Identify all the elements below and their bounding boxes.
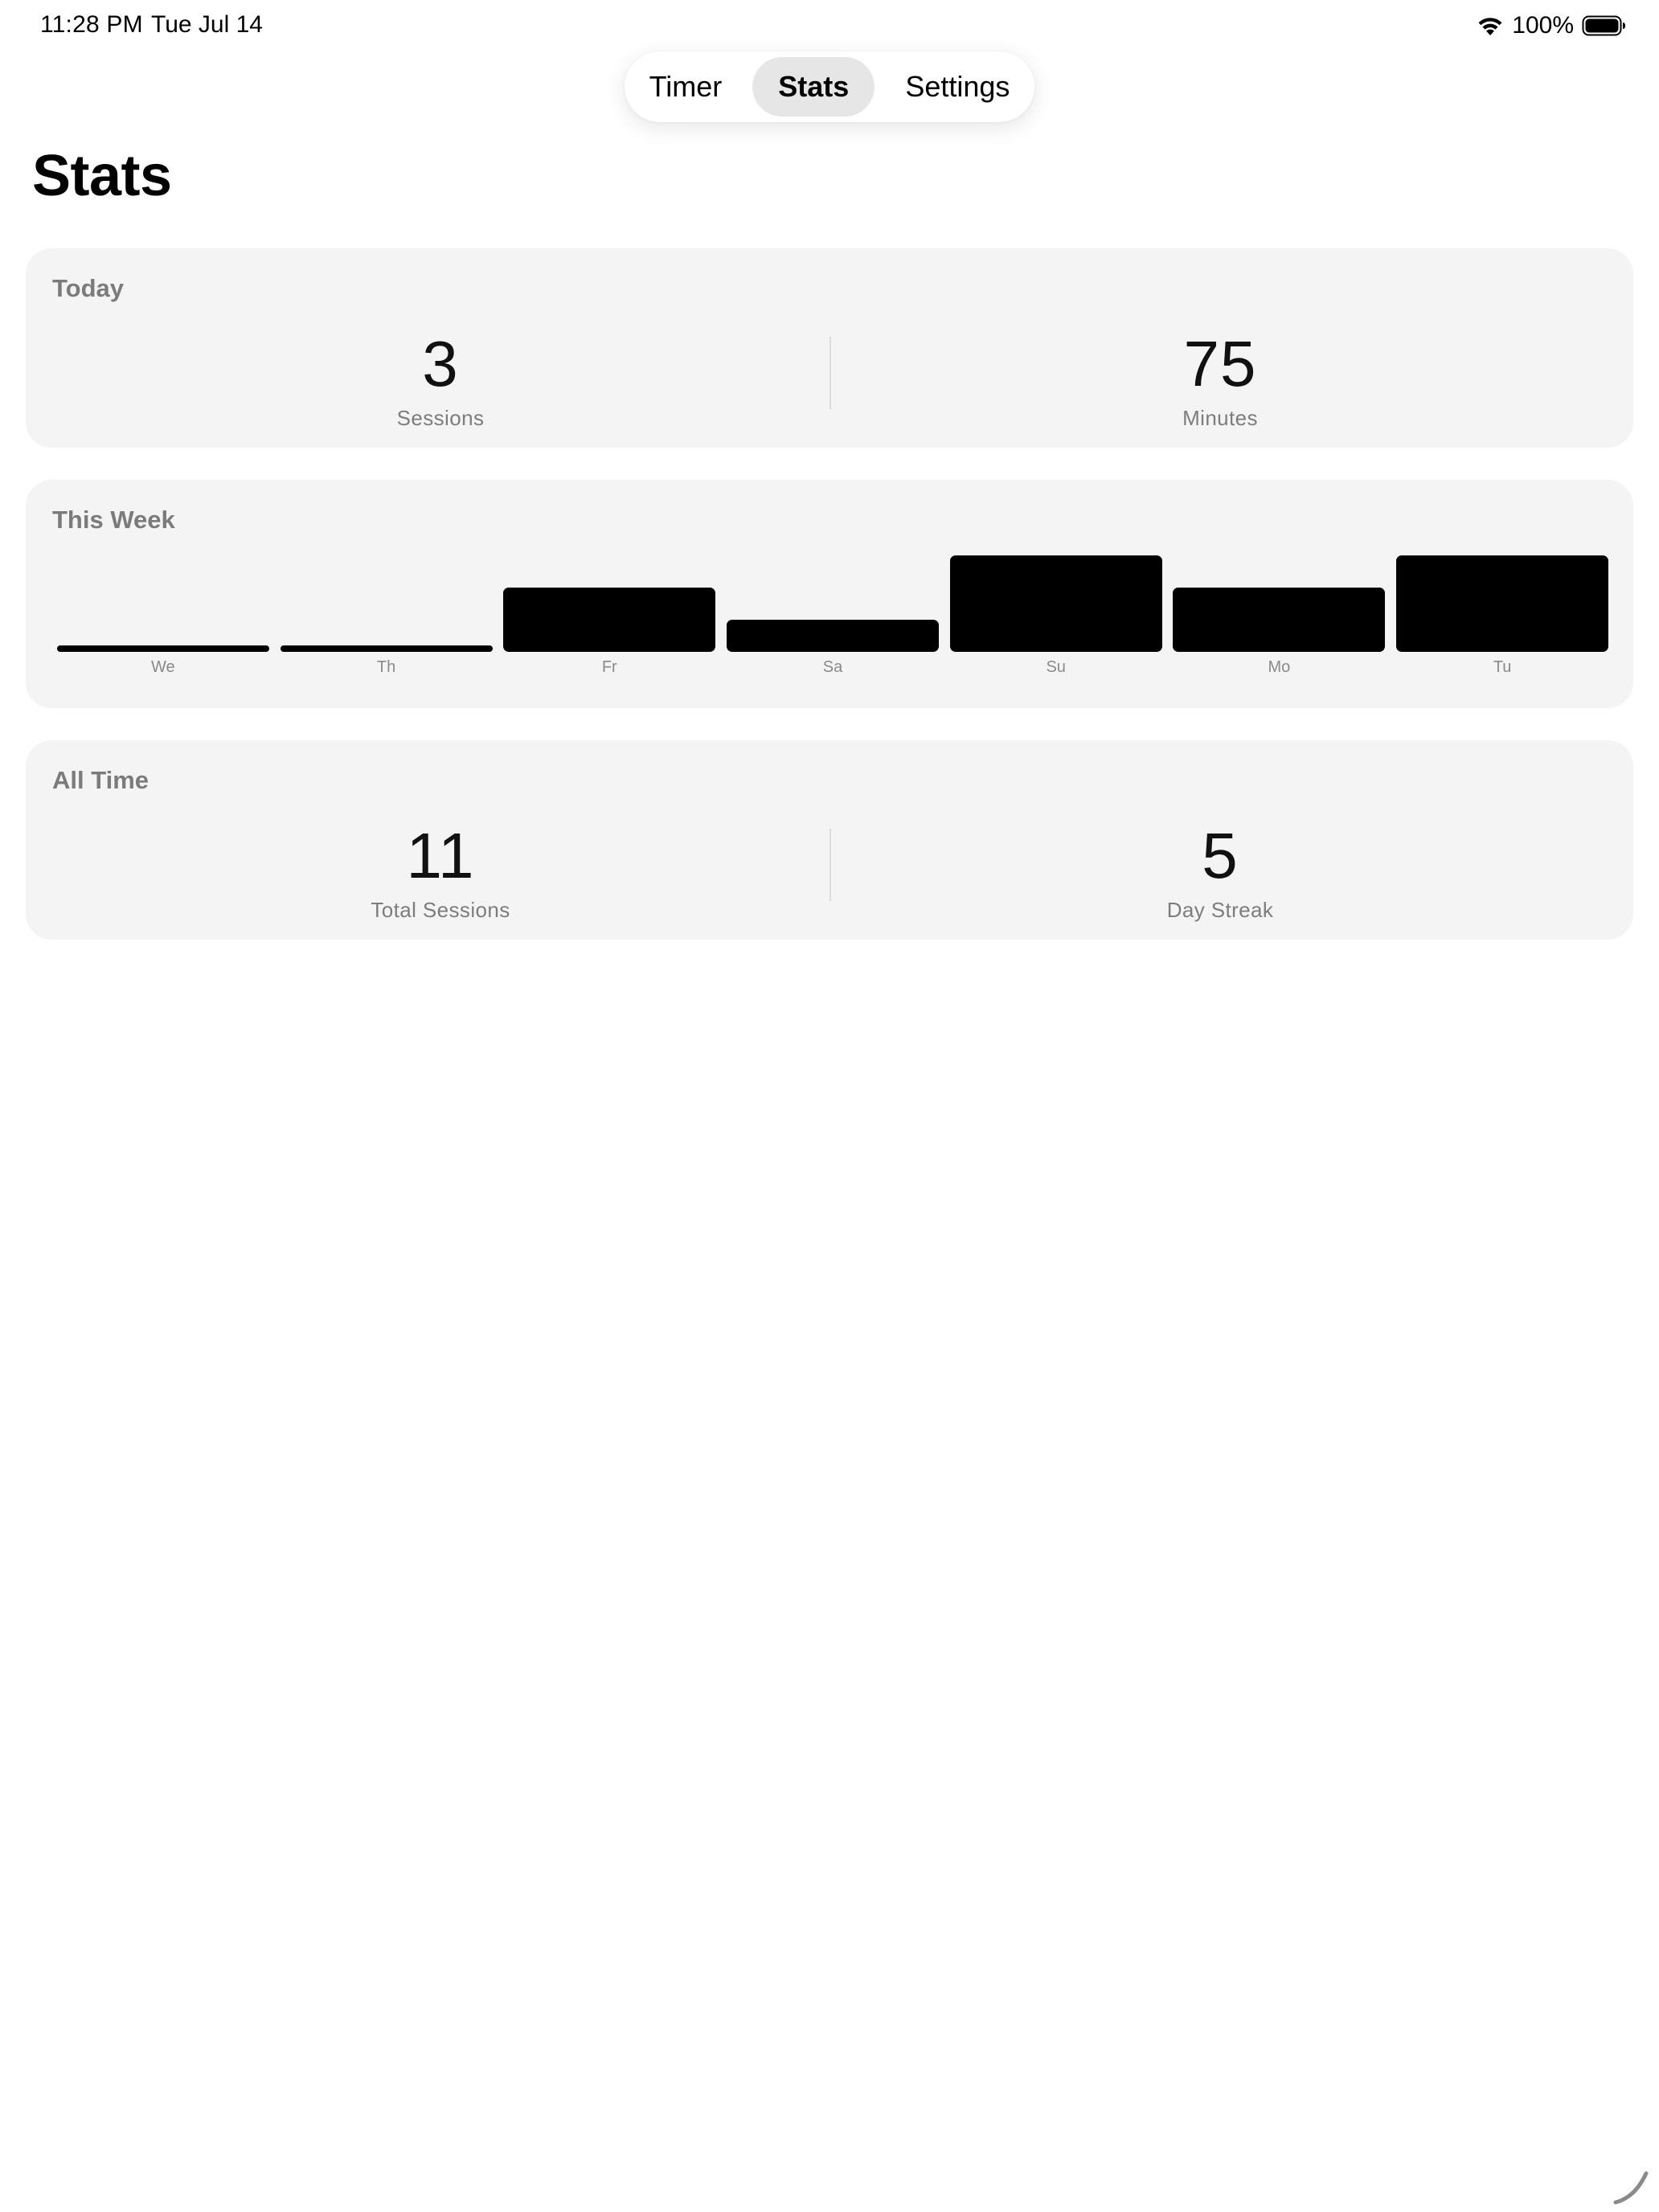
bar-label-th: Th: [376, 658, 396, 676]
total-sessions-value: 11: [406, 820, 475, 891]
day-streak-value: 5: [1202, 820, 1239, 891]
bar-label-tu: Tu: [1493, 658, 1512, 676]
metric-divider: [830, 829, 831, 901]
all-time-card: All Time 11 Total Sessions 5 Day Streak: [26, 740, 1633, 940]
bar-label-sa: Sa: [822, 658, 843, 676]
this-week-card: This Week We Th Fr Sa Su Mo Tu: [26, 480, 1633, 708]
today-sessions-value: 3: [422, 328, 459, 399]
today-card: Today 3 Sessions 75 Minutes: [26, 248, 1633, 448]
today-minutes-value: 75: [1183, 328, 1257, 399]
bar-tu: [1396, 555, 1609, 652]
status-time: 11:28 PM: [40, 11, 143, 38]
bar-fr: [503, 588, 716, 652]
bar-su: [949, 555, 1162, 652]
weekly-bar-chart: We Th Fr Sa Su Mo Tu: [51, 552, 1614, 689]
today-minutes-label: Minutes: [1182, 406, 1258, 430]
bar-we: [56, 645, 269, 652]
bar-label-fr: Fr: [601, 658, 617, 676]
today-sessions-metric: 3 Sessions: [199, 332, 682, 431]
day-streak-metric: 5 Day Streak: [979, 824, 1461, 923]
status-indicators: 100%: [1477, 11, 1627, 40]
bar-label-we: We: [151, 658, 175, 676]
page-title: Stats: [32, 144, 172, 208]
tab-bar: Timer Stats Settings: [625, 51, 1034, 122]
bar-sa: [727, 620, 939, 652]
tab-settings[interactable]: Settings: [879, 57, 1035, 117]
this-week-card-title: This Week: [52, 506, 175, 534]
status-date: Tue Jul 14: [151, 11, 263, 38]
battery-percentage: 100%: [1512, 12, 1574, 39]
battery-full-icon: [1582, 15, 1625, 36]
stats-screen: 11:28 PM Tue Jul 14 100% Timer Stats Set…: [0, 0, 1659, 2212]
tab-stats[interactable]: Stats: [752, 57, 875, 117]
bar-label-mo: Mo: [1268, 658, 1291, 676]
wifi-icon: [1478, 18, 1502, 35]
today-card-title: Today: [52, 274, 124, 302]
tab-timer[interactable]: Timer: [624, 57, 748, 117]
all-time-card-title: All Time: [52, 766, 150, 794]
status-bar: 11:28 PM Tue Jul 14 100%: [0, 0, 1659, 51]
resize-handle-icon[interactable]: [1611, 2167, 1651, 2207]
bar-label-su: Su: [1046, 658, 1066, 676]
bar-th: [280, 645, 493, 652]
total-sessions-label: Total Sessions: [371, 898, 510, 922]
bar-mo: [1173, 588, 1386, 652]
day-streak-label: Day Streak: [1166, 898, 1274, 922]
total-sessions-metric: 11 Total Sessions: [199, 824, 682, 923]
today-sessions-label: Sessions: [396, 406, 485, 430]
metric-divider: [830, 337, 831, 409]
today-minutes-metric: 75 Minutes: [979, 332, 1461, 431]
